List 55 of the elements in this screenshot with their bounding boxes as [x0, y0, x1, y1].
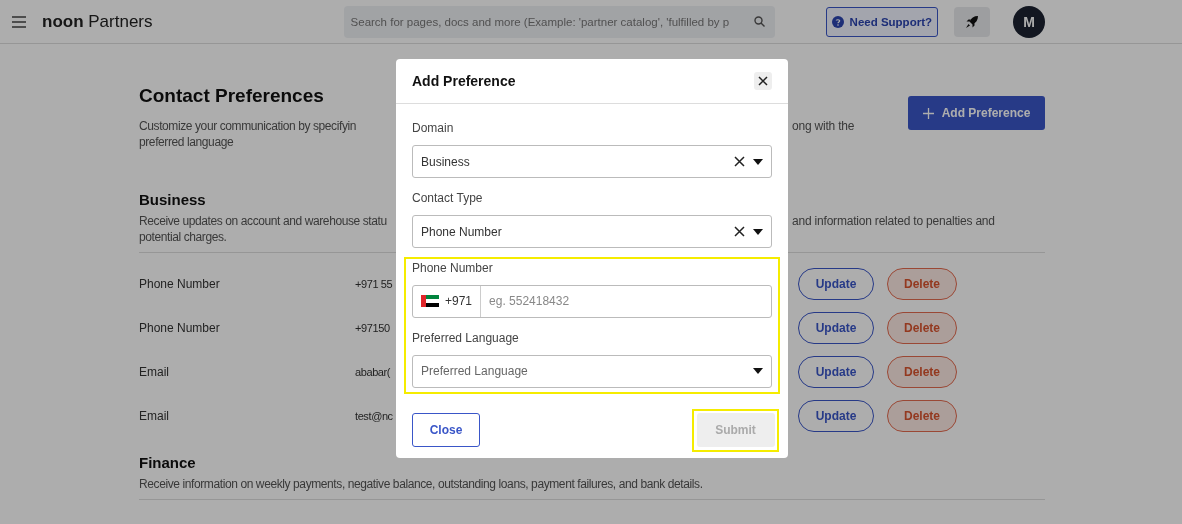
dialog-title: Add Preference: [412, 73, 516, 89]
page-description: Customize your communication by specifyin: [139, 118, 357, 134]
contact-type: Email: [139, 365, 169, 379]
contact-value: +971 55: [355, 278, 393, 290]
contact-type: Email: [139, 409, 169, 423]
contact-type: Phone Number: [139, 321, 220, 335]
clear-icon[interactable]: [734, 156, 745, 167]
update-button[interactable]: Update: [798, 356, 874, 388]
section-description: and information related to penalties and: [792, 213, 995, 229]
search-icon[interactable]: [753, 15, 765, 27]
contact-value: +97150: [355, 322, 390, 334]
section-title: Finance: [139, 454, 196, 472]
clear-icon[interactable]: [734, 226, 745, 237]
update-button[interactable]: Update: [798, 312, 874, 344]
delete-button[interactable]: Delete: [887, 268, 957, 300]
rocket-icon: [965, 14, 979, 29]
plus-icon: [922, 107, 934, 119]
delete-button[interactable]: Delete: [887, 400, 957, 432]
search-field[interactable]: Search for pages, docs and more (Example: 'partner catalog', 'fulfilled by p: [343, 5, 775, 38]
dropdown-caret-icon[interactable]: [753, 228, 763, 235]
field-label: Contact Type: [412, 191, 483, 205]
page-description: ong with the: [792, 118, 855, 134]
field-label: Phone Number: [412, 260, 493, 275]
select-field[interactable]: Preferred Language: [412, 354, 772, 388]
logo[interactable]: noon Partners: [42, 11, 153, 32]
update-button[interactable]: Update: [798, 400, 874, 432]
section-description: potential charges.: [139, 229, 227, 245]
section-title: Business: [139, 191, 206, 209]
phone-field[interactable]: +971 eg. 552418432: [412, 284, 772, 318]
update-button[interactable]: Update: [798, 268, 874, 300]
delete-button[interactable]: Delete: [887, 312, 957, 344]
close-button[interactable]: Close: [412, 413, 480, 447]
section-description: Receive information on weekly payments, negative balance, outstanding loans, payment failures, and bank details.: [139, 476, 703, 492]
select-field[interactable]: Business: [412, 145, 772, 178]
field-label: Domain: [412, 121, 454, 135]
phone-number-input[interactable]: eg. 552418432: [481, 285, 771, 317]
flag-icon: [421, 295, 439, 307]
close-icon[interactable]: [754, 72, 772, 90]
dropdown-caret-icon[interactable]: [753, 158, 763, 165]
help-icon: [831, 15, 844, 28]
support-button[interactable]: Need Support?: [825, 6, 938, 37]
dropdown-caret-icon[interactable]: [753, 368, 763, 374]
select-field[interactable]: Phone Number: [412, 215, 772, 248]
contact-type: Phone Number: [139, 277, 220, 291]
page-title: Contact Preferences: [139, 84, 324, 108]
field-label: Preferred Language: [412, 330, 519, 345]
delete-button[interactable]: Delete: [887, 356, 957, 388]
menu-icon[interactable]: [12, 15, 26, 28]
page-description: preferred language: [139, 134, 234, 150]
contact-value: test@nc: [355, 410, 393, 422]
avatar[interactable]: M: [1013, 5, 1045, 38]
section-description: Receive updates on account and warehouse statu: [139, 213, 387, 229]
add-preference-button[interactable]: Add Preference: [908, 96, 1045, 130]
contact-value: ababar(: [355, 366, 391, 378]
rocket-button[interactable]: [954, 6, 990, 37]
